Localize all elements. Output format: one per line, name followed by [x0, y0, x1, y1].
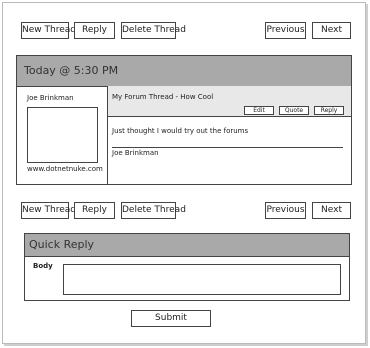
next-button[interactable]: Next: [312, 22, 351, 39]
reply-button-bottom[interactable]: Reply: [74, 202, 115, 219]
quick-reply-body-input[interactable]: [63, 264, 341, 295]
submit-button[interactable]: Submit: [131, 310, 211, 327]
new-thread-button-bottom[interactable]: New Thread: [21, 202, 76, 219]
quick-reply-title: Quick Reply: [25, 234, 349, 257]
avatar: [27, 107, 98, 163]
new-thread-button[interactable]: New Thread: [21, 22, 76, 39]
post-timestamp: Today @ 5:30 PM: [17, 56, 351, 87]
edit-post-button[interactable]: Edit: [244, 106, 274, 115]
post-subject: My Forum Thread - How Cool: [112, 93, 214, 101]
reply-post-button[interactable]: Reply: [314, 106, 344, 115]
delete-thread-button[interactable]: Delete Thread: [121, 22, 186, 39]
signature-divider: [112, 147, 343, 148]
body-label: Body: [33, 262, 53, 270]
author-website-link[interactable]: www.dotnetnuke.com: [27, 165, 103, 173]
delete-thread-button-bottom[interactable]: Delete Thread: [121, 202, 186, 219]
forum-post: Today @ 5:30 PM Joe Brinkman www.dotnetn…: [16, 55, 352, 185]
author-name: Joe Brinkman: [27, 94, 74, 102]
reply-button[interactable]: Reply: [74, 22, 115, 39]
author-panel: Joe Brinkman www.dotnetnuke.com: [17, 86, 108, 184]
quote-post-button[interactable]: Quote: [279, 106, 309, 115]
previous-button-bottom[interactable]: Previous: [265, 202, 306, 219]
next-button-bottom[interactable]: Next: [312, 202, 351, 219]
post-subject-bar: My Forum Thread - How Cool Edit Quote Re…: [108, 86, 351, 117]
quick-reply-panel: Quick Reply Body: [24, 233, 350, 301]
previous-button[interactable]: Previous: [265, 22, 306, 39]
post-body: Just thought I would try out the forums: [112, 127, 249, 135]
post-signature: Joe Brinkman: [112, 149, 159, 157]
